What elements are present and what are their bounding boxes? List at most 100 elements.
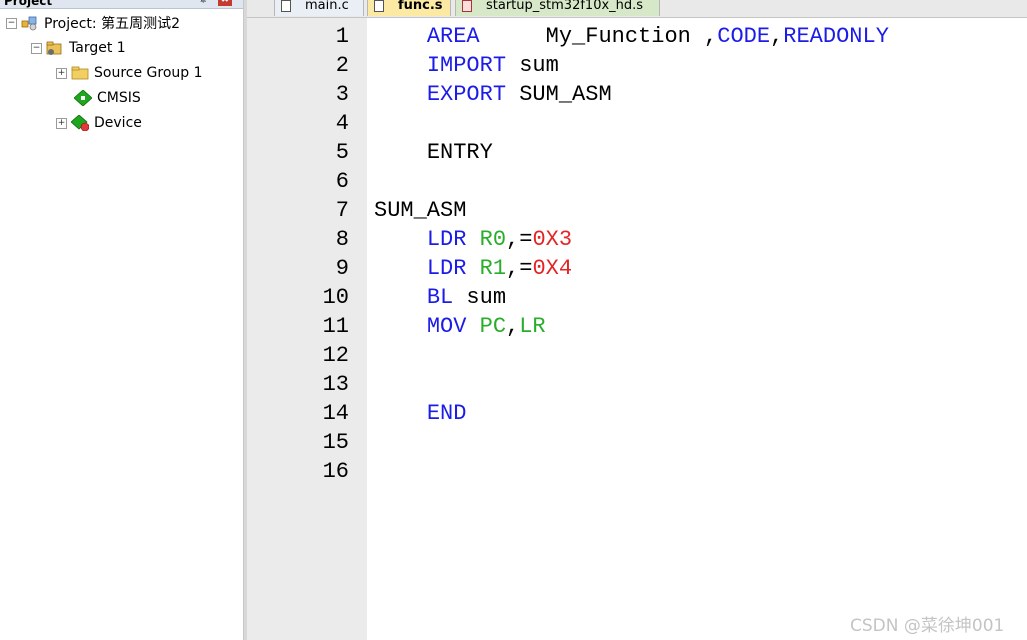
tab-label: func.s	[398, 0, 443, 13]
collapse-icon[interactable]: −	[31, 42, 42, 54]
code-keyword: IMPORT	[426, 53, 507, 78]
code-line: AREA My_Function ,CODE,READONLY	[374, 22, 889, 51]
tree-item-device[interactable]: + Device	[56, 113, 142, 133]
folder-icon	[71, 65, 89, 81]
code-token: ,=	[506, 227, 533, 252]
line-number: 5	[335, 140, 349, 165]
code-line: LDR R0,=0X3	[374, 225, 572, 254]
line-number: 11	[322, 314, 349, 339]
source-group-label: Source Group 1	[94, 65, 203, 81]
code-line: MOV PC,LR	[374, 312, 546, 341]
line-number: 7	[335, 198, 349, 223]
c-file-icon	[281, 0, 291, 12]
target-label: Target 1	[69, 40, 126, 56]
code-token: SUM_ASM	[374, 198, 467, 223]
line-number: 2	[335, 53, 349, 78]
pin-icon[interactable]: ✵	[199, 0, 207, 6]
code-register: R1	[479, 256, 507, 281]
code-number: 0X3	[532, 227, 573, 252]
line-number-gutter: 1 2 3 4 5 6 7 8 9 10 11 12 13 14 15 16	[247, 18, 367, 640]
line-number: 12	[322, 343, 349, 368]
code-keyword: CODE	[717, 24, 771, 49]
tab-label: startup_stm32f10x_hd.s	[486, 0, 644, 13]
tab-func-s[interactable]: func.s	[367, 0, 451, 16]
tree-item-cmsis[interactable]: CMSIS	[73, 88, 141, 108]
line-number: 10	[322, 285, 349, 310]
code-token: My_Function ,	[479, 24, 718, 49]
collapse-icon[interactable]: −	[6, 17, 17, 29]
code-editor[interactable]: 1 2 3 4 5 6 7 8 9 10 11 12 13 14 15 16 AREA My_Function…	[247, 18, 1027, 640]
code-keyword: MOV	[426, 314, 467, 339]
code-number: 0X4	[532, 256, 573, 281]
line-number: 4	[335, 111, 349, 136]
startup-file-icon	[462, 0, 472, 12]
target-icon	[46, 40, 64, 56]
line-number: 16	[322, 459, 349, 484]
code-keyword: END	[426, 401, 467, 426]
editor-tab-strip: main.c func.s startup_stm32f10x_hd.s	[247, 0, 1027, 18]
line-number: 15	[322, 430, 349, 455]
line-number: 14	[322, 401, 349, 426]
project-label: Project: 第五周测试2	[44, 16, 180, 32]
code-keyword: EXPORT	[426, 82, 507, 107]
code-line: ENTRY	[374, 138, 493, 167]
tree-item-project[interactable]: − Project: 第五周测试2	[6, 13, 180, 33]
close-icon[interactable]: ✖	[218, 0, 232, 6]
code-line: LDR R1,=0X4	[374, 254, 572, 283]
watermark: CSDN @菜徐坤001	[850, 616, 1005, 636]
code-token: sum	[506, 53, 559, 78]
code-token: ,	[770, 24, 784, 49]
tab-label: main.c	[305, 0, 349, 13]
project-icon	[21, 15, 39, 31]
code-line: EXPORT SUM_ASM	[374, 80, 612, 109]
code-keyword: BL	[426, 285, 454, 310]
tree-item-target[interactable]: − Target 1	[31, 38, 126, 58]
code-token: SUM_ASM	[506, 82, 612, 107]
expand-icon[interactable]: +	[56, 67, 67, 79]
line-number: 9	[335, 256, 349, 281]
cmsis-component-icon	[73, 89, 93, 107]
device-component-icon	[70, 114, 90, 132]
line-number: 13	[322, 372, 349, 397]
code-line: SUM_ASM	[374, 196, 466, 225]
tab-main-c[interactable]: main.c	[274, 0, 364, 16]
panel-header: Project ✵ ✖	[0, 0, 243, 9]
project-panel: Project ✵ ✖ − Project: 第五周测试2 − Target 1	[0, 0, 243, 640]
device-label: Device	[94, 115, 142, 131]
code-line: IMPORT sum	[374, 51, 559, 80]
code-keyword: READONLY	[783, 24, 889, 49]
tree-item-source-group[interactable]: + Source Group 1	[56, 63, 203, 83]
code-keyword: AREA	[426, 24, 480, 49]
expand-icon[interactable]: +	[56, 117, 67, 129]
line-number: 3	[335, 82, 349, 107]
code-register: LR	[519, 314, 546, 339]
cmsis-label: CMSIS	[97, 90, 141, 106]
line-number: 6	[335, 169, 349, 194]
tab-startup-s[interactable]: startup_stm32f10x_hd.s	[455, 0, 660, 16]
asm-file-icon	[374, 0, 384, 12]
code-token: ENTRY	[426, 140, 493, 165]
code-line: BL sum	[374, 283, 506, 312]
code-register: PC	[479, 314, 507, 339]
code-token: ,	[506, 314, 520, 339]
code-keyword: LDR	[426, 227, 467, 252]
code-token: sum	[453, 285, 507, 310]
code-token: ,=	[506, 256, 533, 281]
code-area[interactable]: AREA My_Function ,CODE,READONLY IMPORT s…	[374, 18, 1024, 640]
code-keyword: LDR	[426, 256, 467, 281]
panel-title: Project	[4, 0, 53, 8]
code-register: R0	[479, 227, 507, 252]
line-number: 8	[335, 227, 349, 252]
